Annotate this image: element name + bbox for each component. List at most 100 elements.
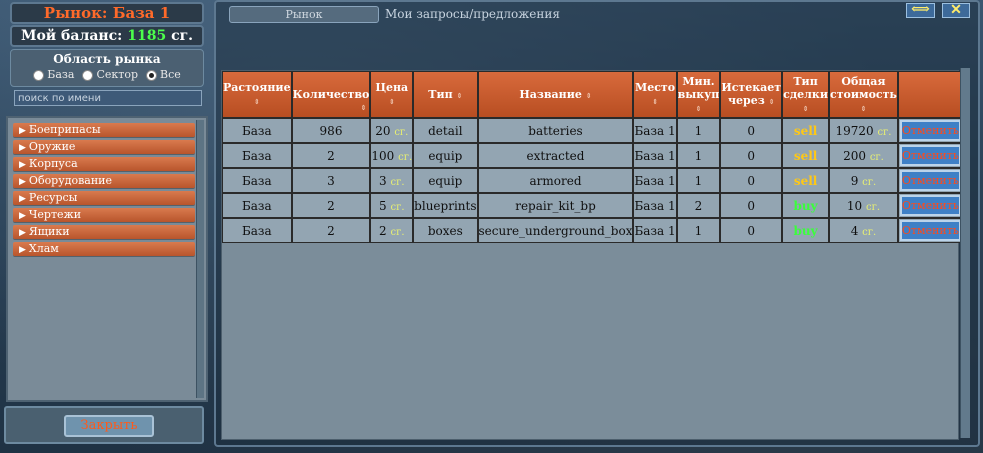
radio-all[interactable]: Все — [146, 67, 181, 83]
cell-deal-type: buy — [782, 218, 830, 243]
cell-deal-type: buy — [782, 193, 830, 218]
cell-price: 20 сг. — [370, 118, 414, 143]
cell-price: 5 сг. — [370, 193, 414, 218]
category-resources[interactable]: ▶ Ресурсы — [13, 191, 195, 205]
cell-name: armored — [477, 168, 634, 193]
category-ammo[interactable]: ▶ Боеприпасы — [13, 123, 195, 137]
category-label: Боеприпасы — [28, 123, 101, 136]
header-action — [897, 71, 963, 118]
category-label: Хлам — [28, 242, 59, 255]
header-name[interactable]: Название ⇕ — [477, 71, 634, 118]
cell-quantity: 2 — [291, 143, 371, 168]
header-distance[interactable]: Растояние ⇕ — [222, 71, 292, 118]
sort-icon: ⇕ — [695, 103, 702, 113]
cell-distance: База — [222, 168, 292, 193]
cell-total: 10 сг. — [829, 193, 898, 218]
cell-deal-type: sell — [782, 168, 830, 193]
left-panel: Рынок: База 1 Мой баланс: 1185 сг. Облас… — [0, 0, 212, 453]
cell-place: База 1 — [633, 168, 677, 193]
cell-deal-type: sell — [782, 143, 830, 168]
cancel-button[interactable]: Отменить — [899, 120, 961, 141]
category-equipment[interactable]: ▶ Оборудование — [13, 174, 195, 188]
cell-expires: 0 — [720, 143, 783, 168]
table-row: База 986 20 сг. detail batteries База 1 … — [222, 118, 963, 143]
category-label: Ящики — [28, 225, 70, 238]
cell-distance: База — [222, 218, 292, 243]
header-total-cost[interactable]: Общая стоимость ⇕ — [829, 71, 898, 118]
sort-icon: ⇕ — [388, 97, 395, 106]
header-min-buyout[interactable]: Мин. выкуп ⇕ — [676, 71, 721, 118]
header-place[interactable]: Место ⇕ — [633, 71, 677, 118]
cell-name: secure_underground_box — [477, 218, 634, 243]
cell-distance: База — [222, 143, 292, 168]
market-area-label: Область рынка — [53, 52, 161, 66]
cell-min-buyout: 1 — [676, 168, 721, 193]
cell-price: 2 сг. — [370, 218, 414, 243]
cell-min-buyout: 1 — [676, 218, 721, 243]
cell-action: Отменить — [897, 168, 963, 193]
cell-type: blueprints — [413, 193, 478, 218]
table-row: База 2 2 сг. boxes secure_underground_bo… — [222, 218, 963, 243]
cell-action: Отменить — [897, 143, 963, 168]
category-hulls[interactable]: ▶ Корпуса — [13, 157, 195, 171]
cell-price: 100 сг. — [370, 143, 414, 168]
cell-name: extracted — [477, 143, 634, 168]
close-button[interactable]: Закрыть — [64, 415, 154, 437]
triangle-right-icon: ▶ — [19, 143, 26, 153]
cancel-button[interactable]: Отменить — [899, 170, 961, 191]
table-row: База 2 5 сг. blueprints repair_kit_bp Ба… — [222, 193, 963, 218]
cell-place: База 1 — [633, 118, 677, 143]
cell-price: 3 сг. — [370, 168, 414, 193]
orders-table: Растояние ⇕ Количество ⇕ Цена ⇕ Тип ⇕ Назв… — [222, 71, 963, 243]
cell-quantity: 986 — [291, 118, 371, 143]
cell-deal-type: sell — [782, 118, 830, 143]
table-scrollbar[interactable] — [960, 68, 970, 438]
balance-unit: сг. — [171, 28, 194, 44]
cell-distance: База — [222, 118, 292, 143]
triangle-right-icon: ▶ — [19, 160, 26, 170]
cancel-button[interactable]: Отменить — [899, 145, 961, 166]
cell-name: batteries — [477, 118, 634, 143]
market-area-radios: База Сектор Все — [11, 67, 203, 83]
cell-min-buyout: 1 — [676, 118, 721, 143]
cell-total: 200 сг. — [829, 143, 898, 168]
radio-dot-selected-icon — [146, 69, 157, 81]
category-boxes[interactable]: ▶ Ящики — [13, 225, 195, 239]
balance-value: 1185 — [127, 28, 167, 44]
close-area: Закрыть — [4, 406, 204, 444]
cell-type: detail — [413, 118, 478, 143]
cancel-button[interactable]: Отменить — [899, 195, 961, 216]
category-blueprints[interactable]: ▶ Чертежи — [13, 208, 195, 222]
header-deal-type[interactable]: Тип сделки ⇕ — [782, 71, 830, 118]
search-input[interactable] — [14, 90, 202, 106]
sort-icon: ⇕ — [802, 103, 809, 113]
radio-label: База — [47, 68, 75, 81]
header-price[interactable]: Цена ⇕ — [370, 71, 414, 118]
category-weapons[interactable]: ▶ Оружие — [13, 140, 195, 154]
radio-base[interactable]: База — [33, 67, 74, 83]
table-header-row: Растояние ⇕ Количество ⇕ Цена ⇕ Тип ⇕ Назв… — [222, 71, 963, 118]
radio-sector[interactable]: Сектор — [82, 67, 138, 83]
cell-min-buyout: 2 — [676, 193, 721, 218]
tab-market[interactable]: Рынок — [229, 6, 379, 23]
sort-icon: ⇕ — [456, 90, 463, 100]
resize-horizontal-icon[interactable]: ⟺ — [906, 3, 935, 18]
sort-icon: ⇕ — [652, 97, 658, 106]
sort-icon: ⇕ — [768, 97, 775, 106]
cell-total: 19720 сг. — [829, 118, 898, 143]
cell-name: repair_kit_bp — [477, 193, 634, 218]
cell-quantity: 3 — [291, 168, 371, 193]
category-scrollbar[interactable] — [196, 120, 204, 398]
tab-my-requests[interactable]: Мои запросы/предложения — [385, 6, 560, 23]
category-junk[interactable]: ▶ Хлам — [13, 242, 195, 256]
header-quantity[interactable]: Количество ⇕ — [291, 71, 371, 118]
close-x-icon[interactable]: ✕ — [942, 3, 970, 18]
header-expires[interactable]: Истекает через ⇕ — [720, 71, 783, 118]
cell-type: boxes — [413, 218, 478, 243]
header-type[interactable]: Тип ⇕ — [413, 71, 478, 118]
market-area-selector: Область рынка База Сектор Все — [10, 49, 204, 87]
category-label: Корпуса — [28, 157, 78, 170]
triangle-right-icon: ▶ — [19, 245, 26, 255]
cancel-button[interactable]: Отменить — [899, 220, 961, 241]
cell-action: Отменить — [897, 218, 963, 243]
